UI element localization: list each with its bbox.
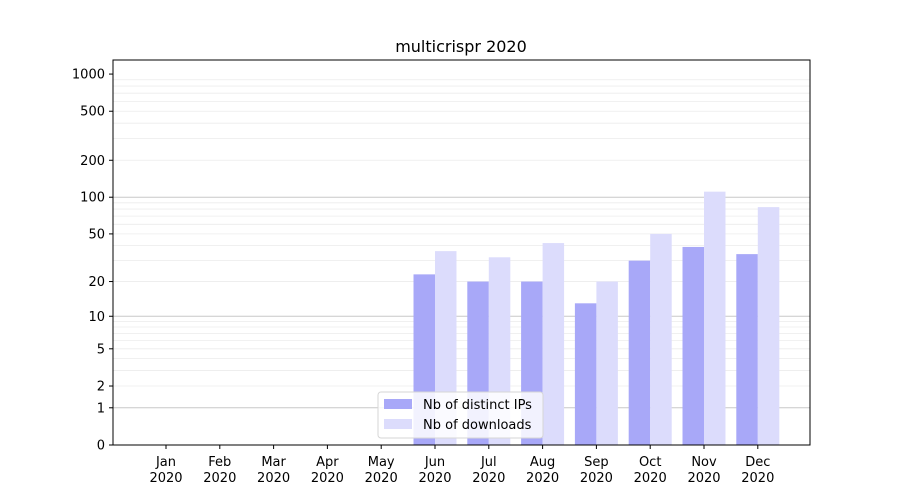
- legend-label: Nb of downloads: [423, 418, 532, 433]
- x-tick-label: Aug 2020: [526, 455, 559, 486]
- chart-title: multicrispr 2020: [395, 37, 527, 56]
- bar-downloads-oct: [650, 233, 672, 445]
- y-tick-label: 1: [97, 401, 105, 416]
- bar-downloads-nov: [704, 191, 726, 445]
- bar-distinct-ips-dec: [736, 254, 758, 445]
- y-tick-label: 2: [97, 380, 105, 395]
- x-tick-label: May 2020: [365, 455, 398, 486]
- legend-label: Nb of distinct IPs: [423, 398, 532, 413]
- bar-downloads-sep: [596, 281, 618, 445]
- y-tick-label: 5: [97, 342, 105, 357]
- y-tick-label: 200: [80, 154, 105, 169]
- bar-downloads-aug: [542, 243, 565, 445]
- y-tick-label: 10: [88, 310, 105, 325]
- x-tick-label: Nov 2020: [687, 455, 720, 486]
- legend-swatch: [384, 399, 412, 409]
- legend-swatch: [384, 419, 412, 429]
- bar-distinct-ips-nov: [682, 246, 704, 445]
- x-tick-label: Dec 2020: [741, 455, 774, 486]
- y-tick-label: 50: [88, 227, 105, 242]
- x-tick-label: Sep 2020: [580, 455, 613, 486]
- y-tick-label: 100: [80, 191, 105, 206]
- chart: multicrispr 2020 0 1 2 5 10 20 50 100 200 500 1000…: [0, 0, 900, 500]
- y-tick-label: 0: [97, 439, 105, 454]
- x-tick-label: Mar 2020: [257, 455, 290, 486]
- y-tick-label: 500: [80, 105, 105, 120]
- bar-distinct-ips-oct: [628, 260, 651, 445]
- y-tick-label: 20: [88, 275, 105, 290]
- legend: Nb of distinct IPs Nb of downloads: [377, 391, 544, 439]
- bar-distinct-ips-sep: [574, 303, 597, 445]
- y-tick-label: 1000: [72, 68, 105, 83]
- bar-downloads-dec: [757, 207, 780, 445]
